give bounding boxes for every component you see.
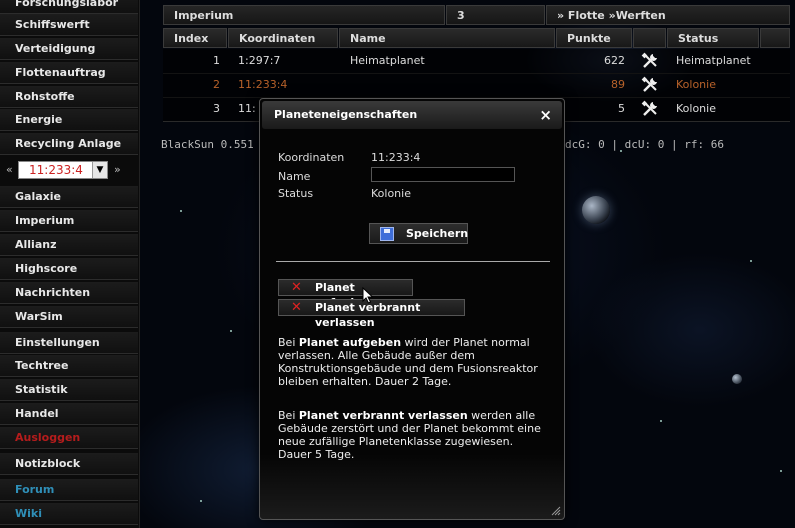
abandon-description: Bei Planet aufgeben wird der Planet norm… <box>278 336 538 388</box>
burn-label: Planet verbrannt verlassen <box>315 301 421 329</box>
row-points: 622 <box>604 54 625 67</box>
col-index: Index <box>163 28 227 48</box>
row-points: 89 <box>611 78 625 91</box>
col-extra <box>760 28 790 48</box>
resize-handle-icon[interactable] <box>551 506 561 516</box>
nav-energie[interactable]: Energie <box>0 109 138 131</box>
nav-allianz[interactable]: Allianz <box>0 234 138 256</box>
divider <box>276 261 550 262</box>
nav-statistik[interactable]: Statistik <box>0 379 138 401</box>
col-tools <box>633 28 666 48</box>
imperium-info-row: Imperium 3 » Flotte »Werften <box>163 5 790 25</box>
save-label: Speichern <box>406 227 469 240</box>
nav-rohstoffe[interactable]: Rohstoffe <box>0 86 138 108</box>
floppy-disk-icon <box>380 227 394 241</box>
nav-ausloggen[interactable]: Ausloggen <box>0 427 138 449</box>
close-icon[interactable]: × <box>539 101 552 129</box>
nav-notizblock[interactable]: Notizblock <box>0 453 138 475</box>
tools-icon[interactable] <box>641 76 659 94</box>
nav-nachrichten[interactable]: Nachrichten <box>0 282 138 304</box>
planet-count: 3 <box>446 5 545 25</box>
row-index: 3 <box>213 102 220 115</box>
col-name: Name <box>339 28 555 48</box>
row-coords[interactable]: 11: <box>238 97 256 121</box>
nav-recycling-anlage[interactable]: Recycling Anlage <box>0 133 138 155</box>
row-status: Heimatplanet <box>676 54 751 67</box>
burn-description: Bei Planet verbrannt verlassen werden al… <box>278 409 541 461</box>
prev-planet-button[interactable]: « <box>6 163 13 176</box>
nav-warsim[interactable]: WarSim <box>0 306 138 328</box>
nav-schiffswerft[interactable]: Schiffswerft <box>0 14 138 36</box>
red-x-icon: ✕ <box>291 280 302 295</box>
status-value: Kolonie <box>371 187 411 200</box>
nav-verteidigung[interactable]: Verteidigung <box>0 38 138 60</box>
mouse-cursor-icon <box>362 287 374 304</box>
abandon-planet-button[interactable]: ✕ Planet aufgeben <box>278 279 413 309</box>
nav-einstellungen[interactable]: Einstellungen <box>0 332 138 354</box>
nav-highscore[interactable]: Highscore <box>0 258 138 280</box>
row-coords[interactable]: 1:297:7 <box>238 49 280 73</box>
row-status: Kolonie <box>676 102 716 115</box>
row-status: Kolonie <box>676 78 716 91</box>
nav-forum[interactable]: Forum <box>0 479 138 501</box>
name-label: Name <box>278 170 311 183</box>
server-stats: dcG: 0 | dcU: 0 | rf: 66 <box>565 138 724 151</box>
sidebar: Forschungslabor Schiffswerft Verteidigun… <box>0 0 140 528</box>
nav-flottenauftrag[interactable]: Flottenauftrag <box>0 62 138 84</box>
col-points: Punkte <box>556 28 632 48</box>
nav-wiki[interactable]: Wiki <box>0 503 138 525</box>
version-label: BlackSun 0.551 <box>161 138 254 151</box>
tools-icon[interactable] <box>641 100 659 118</box>
row-coords[interactable]: 11:233:4 <box>238 73 287 97</box>
status-label: Status <box>278 187 314 200</box>
dialog-header[interactable]: Planeteneigenschaften × <box>262 101 562 129</box>
planet-selector: « 11:233:4 ▼ » <box>0 159 138 183</box>
row-points: 5 <box>618 102 625 115</box>
table-row: 1 1:297:7 Heimatplanet 622 Heimatplanet <box>163 49 790 74</box>
planet-select-value: 11:233:4 <box>29 163 83 177</box>
planet-name-input[interactable] <box>371 167 515 182</box>
fleet-shipyard-links[interactable]: » Flotte »Werften <box>546 5 790 25</box>
col-status: Status <box>667 28 759 48</box>
tools-icon[interactable] <box>641 52 659 70</box>
coords-value: 11:233:4 <box>371 151 421 164</box>
planet-image-small <box>732 374 742 384</box>
section-title: Imperium <box>163 5 445 25</box>
row-index: 1 <box>213 54 220 67</box>
col-coordinates: Koordinaten <box>228 28 338 48</box>
save-button[interactable]: Speichern <box>369 223 468 244</box>
dialog-title: Planeteneigenschaften <box>274 108 418 121</box>
nav-imperium[interactable]: Imperium <box>0 210 138 232</box>
nav-handel[interactable]: Handel <box>0 403 138 425</box>
nav-galaxie[interactable]: Galaxie <box>0 186 138 208</box>
nav-forschungslabor[interactable]: Forschungslabor <box>0 0 138 14</box>
nav-techtree[interactable]: Techtree <box>0 355 138 377</box>
planet-select-dropdown[interactable]: 11:233:4 ▼ <box>18 161 108 179</box>
planet-image <box>582 196 610 224</box>
coords-label: Koordinaten <box>278 151 345 164</box>
row-index: 2 <box>213 78 220 91</box>
planet-properties-dialog: Planeteneigenschaften × Koordinaten 11:2… <box>259 98 565 520</box>
red-x-icon: ✕ <box>291 300 302 315</box>
chevron-down-icon[interactable]: ▼ <box>92 162 107 178</box>
table-row: 2 11:233:4 89 Kolonie <box>163 73 790 98</box>
row-name: Heimatplanet <box>350 54 425 67</box>
next-planet-button[interactable]: » <box>114 163 121 176</box>
